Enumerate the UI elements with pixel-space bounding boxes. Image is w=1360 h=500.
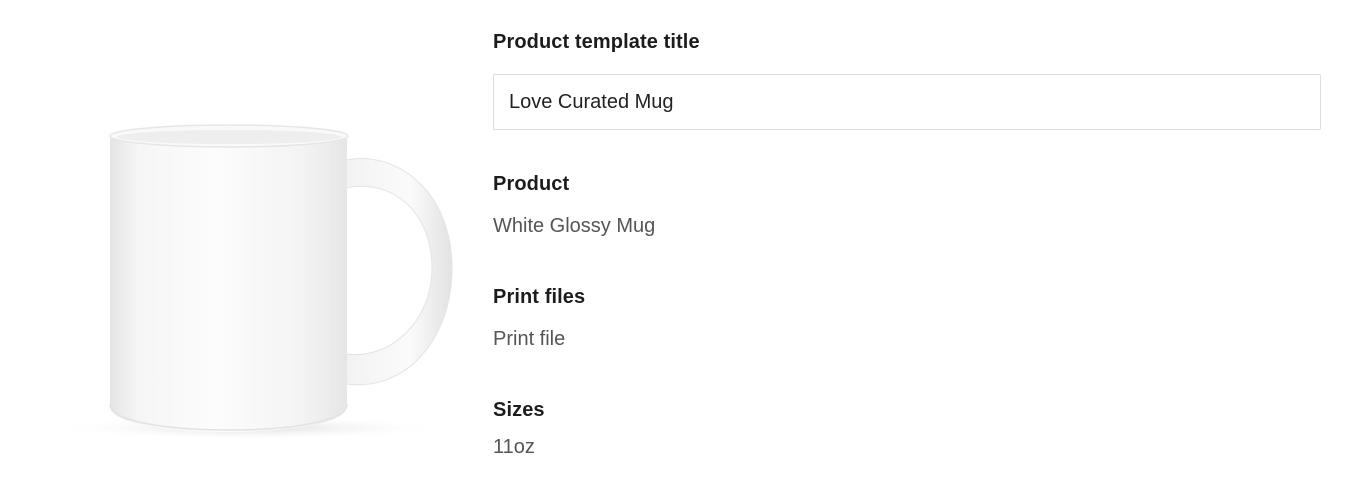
mug-body [110,136,347,432]
template-title-input[interactable] [493,74,1321,130]
print-files-label: Print files [493,286,586,308]
size-value: 11oz [493,436,535,458]
mug-opening [117,130,341,144]
print-file-value: Print file [493,328,566,350]
product-preview [0,0,470,500]
mug-image [50,124,453,440]
sizes-label: Sizes [493,399,545,421]
mug-handle [345,158,453,386]
product-label: Product [493,173,570,195]
template-title-label: Product template title [493,31,700,53]
product-template-page: Product template title Product White Glo… [0,0,1360,500]
product-value: White Glossy Mug [493,215,656,237]
